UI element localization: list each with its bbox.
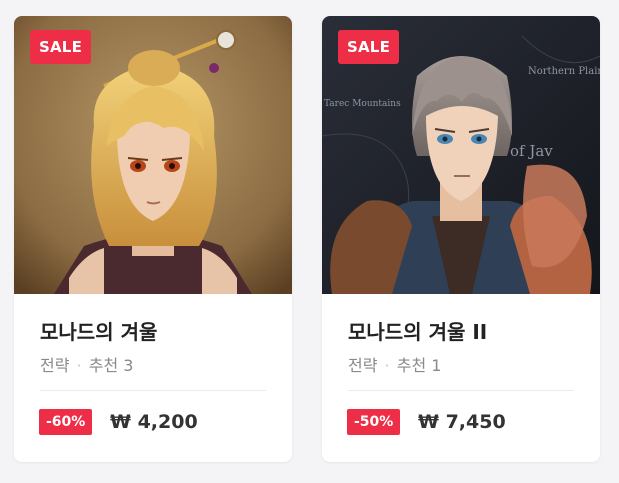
product-meta: 전략 · 추천 3 [40, 352, 133, 376]
divider [348, 390, 574, 391]
genre-label: 전략 [348, 356, 378, 375]
product-thumbnail[interactable]: Northern Plain Tarec Mountains of Jav SA… [322, 16, 600, 294]
separator-dot: · [71, 356, 87, 375]
product-title[interactable]: 모나드의 겨울 II [348, 316, 487, 345]
product-thumbnail[interactable]: SALE [14, 16, 292, 294]
product-meta: 전략 · 추천 1 [348, 352, 441, 376]
map-label: of Jav [510, 142, 553, 160]
product-title[interactable]: 모나드의 겨울 [40, 316, 157, 345]
genre-label: 전략 [40, 356, 70, 375]
recommend-count: 추천 1 [396, 356, 442, 375]
map-label: Northern Plain [528, 66, 600, 77]
product-card-2[interactable]: Northern Plain Tarec Mountains of Jav SA… [322, 16, 600, 462]
divider [40, 390, 266, 391]
map-label: Tarec Mountains [324, 99, 401, 109]
product-price: ₩ 7,450 [418, 411, 506, 433]
sale-badge: SALE [30, 30, 92, 64]
product-price: ₩ 4,200 [110, 411, 198, 433]
discount-badge: -50% [347, 409, 401, 435]
product-card-1[interactable]: SALE 모나드의 겨울 전략 · 추천 3 -60% ₩ 4,200 [14, 16, 292, 462]
discount-badge: -60% [39, 409, 93, 435]
separator-dot: · [379, 356, 395, 375]
recommend-count: 추천 3 [88, 356, 134, 375]
sale-badge: SALE [338, 30, 400, 64]
